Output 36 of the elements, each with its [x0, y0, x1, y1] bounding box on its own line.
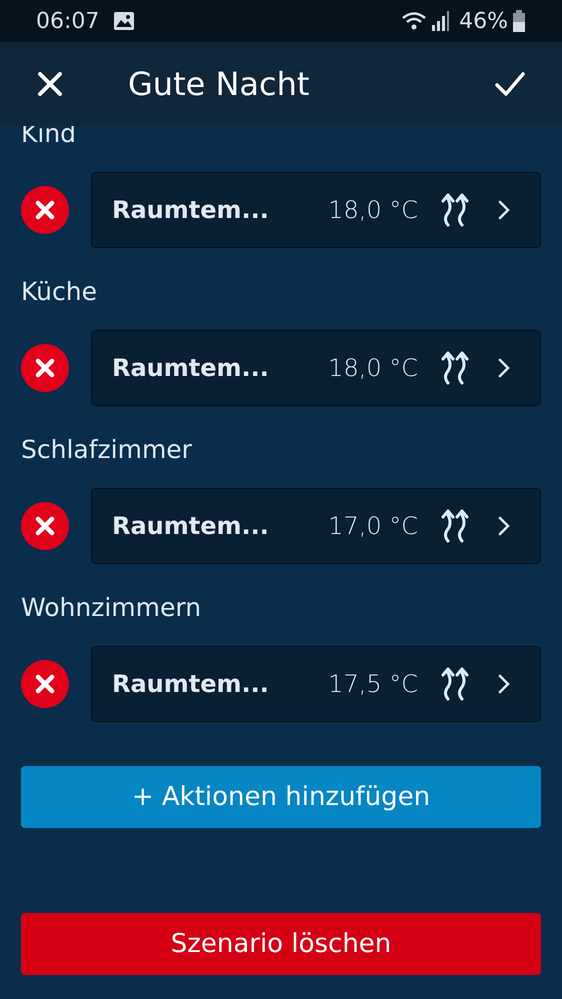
- battery-percent: 46%: [459, 8, 508, 36]
- close-button[interactable]: [36, 70, 64, 98]
- room-name: Küche: [21, 276, 97, 308]
- heat-waves-icon: [440, 193, 470, 227]
- x-icon: [35, 200, 55, 220]
- wifi-icon: [401, 10, 428, 32]
- action-row[interactable]: Raumtem... 17,5 °C: [91, 646, 541, 722]
- chevron-right-icon: [498, 516, 510, 536]
- remove-button[interactable]: [21, 344, 69, 392]
- add-actions-button[interactable]: + Aktionen hinzufügen: [21, 766, 541, 828]
- action-row[interactable]: Raumtem... 18,0 °C: [91, 330, 541, 406]
- remove-button[interactable]: [21, 502, 69, 550]
- signal-icon: [431, 10, 452, 32]
- check-icon: [494, 71, 526, 97]
- remove-button[interactable]: [21, 186, 69, 234]
- room-name: Wohnzimmern: [21, 592, 202, 624]
- chevron-right-icon: [498, 200, 510, 220]
- heat-waves-icon: [440, 509, 470, 543]
- x-icon: [35, 516, 55, 536]
- heat-waves-icon: [440, 667, 470, 701]
- action-row[interactable]: Raumtem... 18,0 °C: [91, 172, 541, 248]
- screen-title: Gute Nacht: [128, 64, 310, 105]
- remove-button[interactable]: [21, 660, 69, 708]
- image-icon: [113, 11, 136, 31]
- battery-icon: [512, 10, 526, 32]
- room-name: Schlafzimmer: [21, 434, 192, 466]
- heat-waves-icon: [440, 351, 470, 385]
- confirm-button[interactable]: [494, 70, 526, 98]
- x-icon: [35, 674, 55, 694]
- x-icon: [35, 358, 55, 378]
- delete-scenario-button[interactable]: Szenario löschen: [21, 913, 541, 975]
- close-icon: [37, 71, 63, 97]
- action-row[interactable]: Raumtem... 17,0 °C: [91, 488, 541, 564]
- chevron-right-icon: [498, 358, 510, 378]
- chevron-right-icon: [498, 674, 510, 694]
- status-time: 06:07: [36, 8, 100, 36]
